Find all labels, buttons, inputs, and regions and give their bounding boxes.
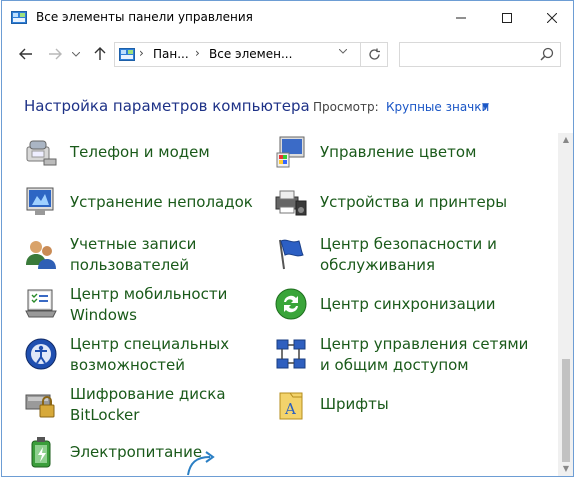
color-management-icon bbox=[276, 136, 305, 168]
item-network-sharing[interactable]: Центр управления сетями и общим доступом bbox=[274, 335, 528, 374]
phone-modem-icon bbox=[26, 140, 57, 166]
item-color-management[interactable]: Управление цветом bbox=[274, 135, 476, 169]
item-label: Центр управления сетями и общим доступом bbox=[320, 335, 529, 374]
close-icon bbox=[547, 12, 557, 23]
item-label: Устройства и принтеры bbox=[320, 193, 508, 211]
fonts-icon: A bbox=[279, 392, 303, 420]
security-maintenance-icon bbox=[279, 239, 304, 270]
item-label: Шифрование диска BitLocker bbox=[70, 385, 226, 424]
scrollbar-thumb[interactable] bbox=[562, 359, 570, 462]
item-ease-of-access[interactable]: Центр специальных возможностей bbox=[24, 335, 229, 374]
scroll-down-icon[interactable]: ▼ bbox=[558, 464, 573, 476]
item-security-maintenance[interactable]: Центр безопасности и обслуживания bbox=[274, 235, 497, 274]
bitlocker-icon bbox=[25, 394, 55, 418]
ease-of-access-icon bbox=[25, 338, 57, 370]
arrow-up-icon bbox=[94, 47, 106, 60]
view-by-dropdown[interactable]: Крупные значки bbox=[386, 100, 489, 114]
item-label: Управление цветом bbox=[320, 143, 477, 161]
item-label: Устранение неполадок bbox=[70, 193, 253, 211]
chevron-down-icon bbox=[338, 48, 348, 54]
breadcrumb-item[interactable]: Все элемен... bbox=[209, 47, 292, 61]
devices-printers-icon bbox=[275, 190, 307, 216]
back-button[interactable] bbox=[14, 43, 38, 65]
svg-text:A: A bbox=[284, 400, 296, 418]
mobility-center-icon bbox=[25, 289, 57, 318]
title-bar: Все элементы панели управления bbox=[2, 1, 573, 34]
item-label: Телефон и модем bbox=[70, 143, 210, 161]
chevron-down-icon bbox=[72, 51, 80, 57]
control-panel-icon bbox=[119, 48, 135, 61]
address-bar[interactable]: › Пан... › Все элемен... bbox=[114, 42, 388, 67]
view-by-label: Просмотр: bbox=[313, 100, 379, 114]
item-label: Центр специальных возможностей bbox=[70, 335, 230, 374]
minimize-icon bbox=[456, 17, 466, 18]
recent-locations-dropdown[interactable] bbox=[68, 43, 84, 65]
maximize-button[interactable] bbox=[484, 1, 530, 34]
item-devices-printers[interactable]: Устройства и принтеры bbox=[274, 185, 507, 219]
item-sync-center[interactable]: Центр синхронизации bbox=[274, 287, 496, 321]
window-title: Все элементы панели управления bbox=[36, 10, 253, 24]
breadcrumb-separator-icon[interactable]: › bbox=[139, 46, 144, 60]
vertical-scrollbar[interactable]: ▲ ▼ bbox=[558, 133, 573, 476]
item-label: Центр безопасности и обслуживания bbox=[320, 235, 497, 274]
search-icon[interactable] bbox=[540, 47, 554, 61]
item-label: Учетные записи пользователей bbox=[70, 235, 197, 274]
arrow-right-icon bbox=[49, 48, 62, 60]
breadcrumb-item[interactable]: Пан... bbox=[153, 47, 189, 61]
minimize-button[interactable] bbox=[438, 1, 484, 34]
item-troubleshooting[interactable]: Устранение неполадок bbox=[24, 185, 253, 219]
annotation-arrow-icon bbox=[187, 451, 215, 476]
troubleshooting-icon bbox=[26, 187, 54, 215]
item-mobility-center[interactable]: Центр мобильности Windows bbox=[24, 285, 227, 324]
item-power-options[interactable]: Электропитание bbox=[24, 435, 202, 469]
up-button[interactable] bbox=[88, 43, 112, 65]
arrow-left-icon bbox=[19, 48, 32, 60]
item-label: Центр синхронизации bbox=[320, 295, 496, 313]
chevron-down-icon[interactable]: ▼ bbox=[482, 102, 489, 112]
item-user-accounts[interactable]: Учетные записи пользователей bbox=[24, 235, 196, 274]
item-fonts[interactable]: A Шрифты bbox=[274, 387, 389, 421]
breadcrumb-separator-icon[interactable]: › bbox=[195, 46, 200, 60]
refresh-icon bbox=[369, 48, 380, 60]
forward-button[interactable] bbox=[43, 43, 67, 65]
item-phone-modem[interactable]: Телефон и модем bbox=[24, 135, 210, 169]
scroll-up-icon[interactable]: ▲ bbox=[558, 135, 573, 149]
maximize-icon bbox=[502, 12, 512, 23]
item-bitlocker[interactable]: Шифрование диска BitLocker bbox=[24, 385, 226, 424]
item-label: Центр мобильности Windows bbox=[70, 285, 228, 324]
navigation-bar: › Пан... › Все элемен... bbox=[2, 34, 573, 74]
control-panel-window: Все элементы панели управления › Пан... … bbox=[1, 0, 574, 477]
address-dropdown-button[interactable] bbox=[338, 47, 348, 57]
page-title: Настройка параметров компьютера bbox=[24, 97, 310, 115]
sync-center-icon bbox=[275, 288, 307, 320]
control-panel-icon bbox=[11, 11, 27, 24]
refresh-button[interactable] bbox=[360, 43, 388, 66]
items-grid: Телефон и модем Управление цветом Устран… bbox=[2, 133, 558, 476]
network-sharing-icon bbox=[276, 339, 306, 369]
search-box[interactable] bbox=[399, 42, 561, 67]
close-button[interactable] bbox=[529, 1, 573, 34]
item-label: Электропитание bbox=[70, 443, 203, 461]
item-label: Шрифты bbox=[320, 395, 389, 413]
power-options-icon bbox=[31, 437, 51, 468]
user-accounts-icon bbox=[26, 241, 56, 269]
